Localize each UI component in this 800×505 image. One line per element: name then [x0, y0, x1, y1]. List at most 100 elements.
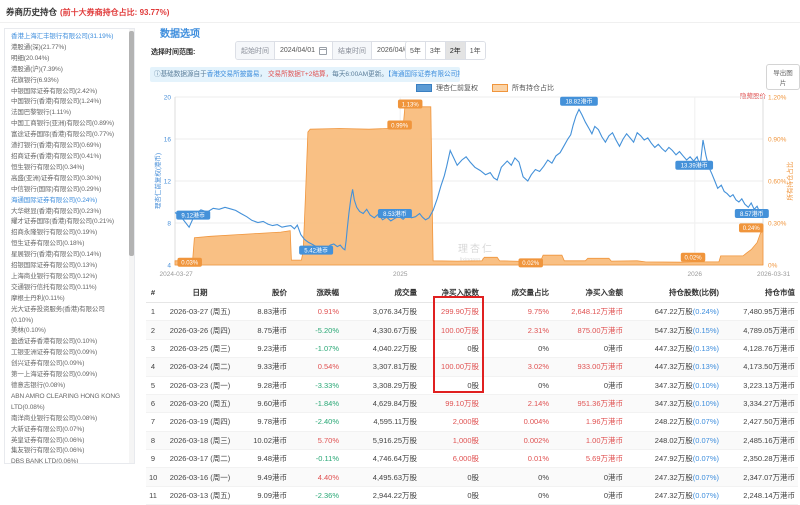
table-row[interactable]: 2 2026-03-26 (周四) 8.75港币 -5.20% 4,330.67万股 10…	[146, 320, 798, 340]
table-cell: 4,128.76万港币	[722, 339, 798, 359]
broker-item[interactable]: 中国工商银行(亚洲)有限公司(0.89%)	[11, 119, 125, 130]
table-cell: 247.92万股(0.07%)	[626, 449, 722, 469]
table-cell: 5	[146, 376, 160, 395]
broker-item[interactable]: 高盛(亚洲)证券有限公司(0.30%)	[11, 174, 125, 185]
broker-item[interactable]: 盈透证券香港有限公司(0.10%)	[11, 337, 125, 348]
table-cell: 0股	[420, 486, 482, 505]
broker-item[interactable]: 渣打银行(香港)有限公司(0.69%)	[11, 141, 125, 152]
broker-item[interactable]: 海通国际证券有限公司(0.24%)	[11, 196, 125, 207]
broker-item[interactable]: 港股通(深)(21.77%)	[11, 43, 125, 54]
broker-item[interactable]: 交通银行信托有限公司(0.11%)	[11, 283, 125, 294]
broker-item[interactable]: 光大证券投资服务(香港)有限公司(0.10%)	[11, 305, 125, 327]
broker-item[interactable]: 明细(20.04%)	[11, 54, 125, 65]
table-cell: 99.10万股	[420, 394, 482, 414]
broker-item[interactable]: 恒生银行有限公司(0.34%)	[11, 163, 125, 174]
table-cell: 4,173.50万港币	[722, 357, 798, 377]
svg-text:0.60%: 0.60%	[768, 179, 787, 186]
broker-item[interactable]: 第一上海证券有限公司(0.09%)	[11, 370, 125, 381]
start-date-input[interactable]: 2024/04/01	[275, 42, 332, 59]
table-row[interactable]: 8 2026-03-18 (周三) 10.02港币 5.70% 5,916.25万股 1,…	[146, 431, 798, 451]
end-time-label: 结束时间	[332, 42, 373, 59]
table-cell: 2,485.16万港币	[722, 431, 798, 451]
table-cell: 933.00万港币	[552, 357, 626, 377]
table-cell: -1.07%	[290, 339, 342, 359]
broker-item[interactable]: 港股通(沪)(7.39%)	[11, 65, 125, 76]
broker-item[interactable]: 耀才证券国际(香港)有限公司(0.21%)	[11, 217, 125, 228]
table-row[interactable]: 7 2026-03-19 (周四) 9.78港币 -2.40% 4,595.11万股 2,…	[146, 412, 798, 432]
broker-item[interactable]: 创兴证券有限公司(0.09%)	[11, 359, 125, 370]
broker-item[interactable]: 法国巴黎银行(1.11%)	[11, 108, 125, 119]
notice-prefix: ⓘ基础数据源自于	[154, 71, 207, 78]
broker-item[interactable]: 中银国际证券有限公司(2.42%)	[11, 87, 125, 98]
broker-item[interactable]: 招银国际证券有限公司(0.13%)	[11, 261, 125, 272]
table-header-row: # 日期 股价 涨跌幅 成交量 净买入股数 成交量占比 净买入金额 持仓股数(比例) 持仓市值	[146, 283, 798, 303]
broker-item[interactable]: 美林(0.10%)	[11, 326, 125, 337]
table-cell: 1.96万港币	[552, 412, 626, 432]
table-cell: 9.75%	[482, 302, 552, 322]
table-cell: 347.32万股(0.10%)	[626, 394, 722, 414]
svg-text:8.57港币: 8.57港币	[740, 210, 764, 218]
broker-item[interactable]: 恒生证券有限公司(0.18%)	[11, 239, 125, 250]
broker-item[interactable]: DBS BANK LTD(0.06%)	[11, 457, 125, 463]
broker-item[interactable]: 大新证券有限公司(0.07%)	[11, 425, 125, 436]
broker-item[interactable]: 中信银行(国际)有限公司(0.29%)	[11, 185, 125, 196]
table-cell: 0%	[482, 486, 552, 505]
svg-text:2026: 2026	[688, 271, 703, 278]
broker-item[interactable]: 香港上海汇丰银行有限公司(31.19%)	[11, 32, 125, 43]
table-cell: 347.32万股(0.10%)	[626, 376, 722, 395]
table-cell: 2,648.12万港币	[552, 302, 626, 322]
broker-item[interactable]: 大华继显(香港)有限公司(0.23%)	[11, 207, 125, 218]
table-row[interactable]: 3 2026-03-25 (周三) 9.23港币 -1.07% 4,040.22万股 0股…	[146, 339, 798, 359]
table-row[interactable]: 11 2026-03-13 (周五) 9.09港币 -2.36% 2,944.22万股 0…	[146, 486, 798, 505]
table-cell: 7,480.95万港币	[722, 302, 798, 322]
broker-item[interactable]: 星展银行(香港)有限公司(0.14%)	[11, 250, 125, 261]
table-row[interactable]: 4 2026-03-24 (周二) 9.33港币 0.54% 3,307.81万股 100…	[146, 357, 798, 377]
broker-item[interactable]: 英皇证券有限公司(0.06%)	[11, 436, 125, 447]
broker-item[interactable]: 招商永隆银行有限公司(0.19%)	[11, 228, 125, 239]
table-row[interactable]: 10 2026-03-16 (周一) 9.49港币 4.40% 4,495.63万股 0股…	[146, 467, 798, 487]
page-subtitle: (前十大券商持仓占比: 93.77%)	[60, 8, 170, 17]
holdings-history-table: # 日期 股价 涨跌幅 成交量 净买入股数 成交量占比 净买入金额 持仓股数(比例) 持仓市值 1…	[146, 283, 798, 505]
table-cell: 2,944.22万股	[342, 486, 420, 505]
broker-item[interactable]: 工银亚洲证券有限公司(0.09%)	[11, 348, 125, 359]
sidebar-scrollbar-thumb[interactable]	[129, 31, 134, 256]
table-cell: 2,248.14万港币	[722, 486, 798, 505]
year-button-5年[interactable]: 5年	[406, 42, 425, 59]
table-row[interactable]: 6 2026-03-20 (周五) 9.60港币 -1.84% 4,629.84万股 99…	[146, 394, 798, 414]
broker-item[interactable]: ABN AMRO CLEARING HONG KONG LTD(0.08%)	[11, 392, 125, 414]
broker-item[interactable]: 德意志银行(0.08%)	[11, 381, 125, 392]
hkex-disclosure-link[interactable]: 香港交易所披露易	[207, 71, 260, 78]
broker-item[interactable]: 中国银行(香港)有限公司(1.24%)	[11, 97, 125, 108]
table-cell: 0股	[420, 467, 482, 487]
data-source-notice: ⓘ基础数据源自于香港交易所披露易， 交易所数据T+2结算，每天6:00AM更新。…	[150, 67, 460, 82]
broker-item[interactable]: 富途证券国际(香港)有限公司(0.77%)	[11, 130, 125, 141]
broker-item[interactable]: 南洋商业银行有限公司(0.08%)	[11, 414, 125, 425]
table-cell: -2.36%	[290, 486, 342, 505]
table-cell: 2026-03-26 (周四)	[160, 320, 240, 340]
broker-detail-link[interactable]: 【海通国际证券有限公司持仓详情】	[388, 71, 460, 78]
year-button-1年[interactable]: 1年	[464, 42, 485, 59]
table-cell: 9.23港币	[240, 339, 290, 359]
broker-item[interactable]: 集友银行有限公司(0.06%)	[11, 446, 125, 457]
table-cell: 2026-03-19 (周四)	[160, 412, 240, 432]
table-cell: 2026-03-23 (周一)	[160, 376, 240, 395]
table-cell: 248.02万股(0.07%)	[626, 431, 722, 451]
broker-item[interactable]: 摩根士丹利(0.11%)	[11, 294, 125, 305]
export-image-button[interactable]: 导出图片	[766, 64, 800, 90]
table-cell: 3,076.34万股	[342, 302, 420, 322]
table-cell: 2,350.28万港币	[722, 449, 798, 469]
broker-item[interactable]: 招商证券(香港)有限公司(0.41%)	[11, 152, 125, 163]
year-button-2年[interactable]: 2年	[444, 42, 465, 59]
table-row[interactable]: 5 2026-03-23 (周一) 9.28港币 -3.33% 3,308.29万股 0股…	[146, 376, 798, 395]
year-button-3年[interactable]: 3年	[424, 42, 445, 59]
column-header: 日期	[160, 283, 240, 303]
page-title: 券商历史持仓 (前十大券商持仓占比: 93.77%)	[6, 6, 169, 18]
calendar-icon[interactable]	[319, 46, 328, 55]
holding-area-series	[174, 106, 764, 266]
broker-item[interactable]: 上海商业银行有限公司(0.12%)	[11, 272, 125, 283]
table-row[interactable]: 1 2026-03-27 (周五) 8.83港币 0.91% 3,076.34万股 299…	[146, 302, 798, 322]
broker-item[interactable]: 花旗银行(6.93%)	[11, 76, 125, 87]
table-row[interactable]: 9 2026-03-17 (周二) 9.48港币 -0.11% 4,746.64万股 6,…	[146, 449, 798, 469]
table-cell: 1,000股	[420, 431, 482, 451]
svg-text:0.24%: 0.24%	[743, 226, 761, 232]
